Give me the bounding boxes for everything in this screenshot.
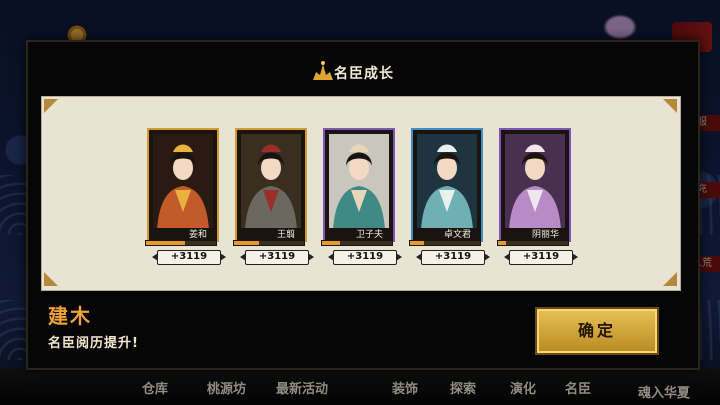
minister-card[interactable]: 卓文君 [409, 128, 483, 250]
minister-card[interactable]: 阴丽华 [497, 128, 571, 250]
experience-bar-fill [146, 241, 185, 245]
experience-bar [233, 240, 305, 246]
card-frame: 卫子夫 [323, 128, 395, 242]
minister-portrait [241, 134, 301, 230]
corner-ornament-icon [663, 99, 677, 113]
card-frame: 阴丽华 [499, 128, 571, 242]
experience-gain-badge: +3119 [328, 250, 402, 265]
card-frame: 姜和 [147, 128, 219, 242]
experience-bar [409, 240, 481, 246]
minister-portrait [153, 134, 213, 230]
corner-ornament-icon [44, 272, 58, 286]
experience-bar [145, 240, 217, 246]
experience-gain-badge: +3119 [504, 250, 578, 265]
minister-portrait [505, 134, 565, 230]
experience-bar-fill [410, 241, 424, 245]
card-frame: 卓文君 [411, 128, 483, 242]
dialog-title-bar: 名臣成长 [0, 60, 720, 88]
experience-gain-badge: +3119 [240, 250, 314, 265]
experience-bar [321, 240, 393, 246]
minister-card[interactable]: 卫子夫 [321, 128, 395, 250]
minister-card[interactable]: 王翦 [233, 128, 307, 250]
experience-gain-badge: +3119 [416, 250, 490, 265]
minister-card[interactable]: 姜和 [145, 128, 219, 250]
experience-bar [497, 240, 569, 246]
corner-ornament-icon [663, 272, 677, 286]
unlock-description: 名臣阅历提升! [48, 336, 139, 351]
corner-ornament-icon [44, 99, 58, 113]
minister-portrait [417, 134, 477, 230]
confirm-button[interactable]: 确定 [535, 307, 659, 355]
experience-bar-fill [498, 241, 507, 245]
card-frame: 王翦 [235, 128, 307, 242]
experience-gain-badge: +3119 [152, 250, 226, 265]
experience-bar-fill [322, 241, 340, 245]
unlock-building-name: 建木 [48, 304, 92, 328]
minister-portrait [329, 134, 389, 230]
experience-bar-fill [234, 241, 259, 245]
dialog-title: 名臣成长 [334, 66, 394, 82]
